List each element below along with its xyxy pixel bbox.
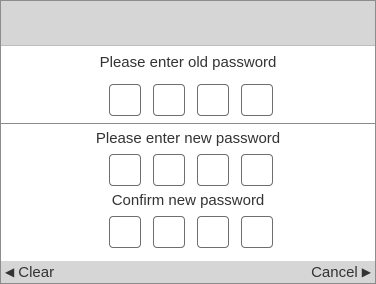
new-password-digit-1[interactable] <box>109 154 141 186</box>
old-password-input[interactable] <box>109 84 289 116</box>
confirm-password-input[interactable] <box>109 216 289 248</box>
left-triangle-icon: ◀ <box>5 265 15 279</box>
old-password-prompt: Please enter old password <box>99 54 277 71</box>
cancel-label: Cancel <box>311 263 358 281</box>
old-password-digit-3[interactable] <box>197 84 229 116</box>
section-divider <box>1 123 375 124</box>
new-password-prompt: Please enter new password <box>95 130 281 147</box>
confirm-password-digit-2[interactable] <box>153 216 185 248</box>
confirm-password-prompt: Confirm new password <box>111 192 265 209</box>
new-password-digit-2[interactable] <box>153 154 185 186</box>
new-password-digit-4[interactable] <box>241 154 273 186</box>
old-password-digit-4[interactable] <box>241 84 273 116</box>
clear-label: Clear <box>18 263 55 281</box>
old-password-section: Please enter old password <box>1 45 375 124</box>
old-password-digit-1[interactable] <box>109 84 141 116</box>
cancel-button[interactable]: Cancel ▶ <box>311 264 375 281</box>
title-bar <box>1 1 375 45</box>
new-password-input[interactable] <box>109 154 289 186</box>
confirm-password-digit-1[interactable] <box>109 216 141 248</box>
softkey-bar: ◀ Clear Cancel ▶ <box>1 261 375 283</box>
right-triangle-icon: ▶ <box>361 265 371 279</box>
password-change-screen: Please enter old password Please enter n… <box>0 0 376 284</box>
confirm-password-digit-4[interactable] <box>241 216 273 248</box>
clear-button[interactable]: ◀ Clear <box>1 264 54 281</box>
old-password-digit-2[interactable] <box>153 84 185 116</box>
new-password-digit-3[interactable] <box>197 154 229 186</box>
confirm-password-digit-3[interactable] <box>197 216 229 248</box>
